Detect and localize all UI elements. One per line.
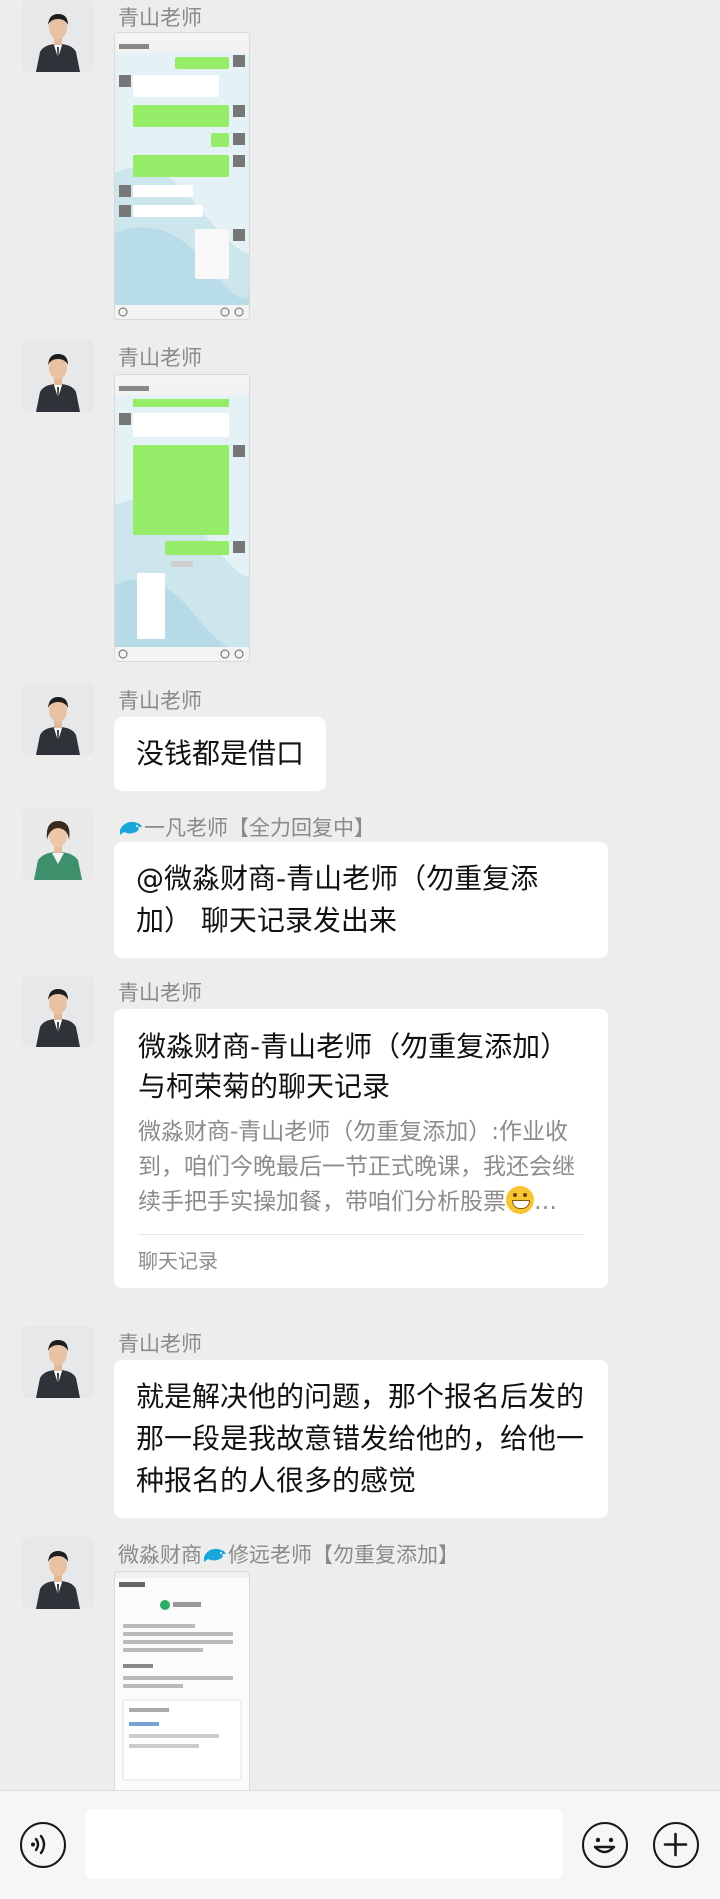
chat-record-preview: 微淼财商-青山老师（勿重复添加）:作业收到，咱们今晚最后一节正式晚课，我还会继续…: [138, 1115, 584, 1220]
dolphin-icon: [118, 818, 144, 838]
avatar[interactable]: [22, 1326, 94, 1398]
avatar[interactable]: [22, 808, 94, 880]
avatar[interactable]: [22, 975, 94, 1047]
image-message[interactable]: [114, 374, 250, 662]
sender-name: 一凡老师【全力回复中】: [118, 812, 375, 842]
image-message[interactable]: [114, 32, 250, 320]
avatar[interactable]: [22, 683, 94, 755]
image-message[interactable]: [114, 1571, 250, 1792]
sender-name: 青山老师: [118, 981, 202, 1005]
voice-icon[interactable]: [20, 1822, 66, 1868]
avatar[interactable]: [22, 340, 94, 412]
emoji-icon[interactable]: [582, 1822, 628, 1868]
sender-name: 微淼财商 修远老师【勿重复添加】: [118, 1539, 459, 1569]
sender-label: 一凡老师【全力回复中】: [144, 816, 375, 840]
plus-icon[interactable]: [653, 1822, 699, 1868]
chat-record-card[interactable]: 微淼财商-青山老师（勿重复添加）与柯荣菊的聊天记录 微淼财商-青山老师（勿重复添…: [114, 1009, 608, 1288]
sender-name: 青山老师: [118, 6, 202, 30]
chat-record-title: 微淼财商-青山老师（勿重复添加）与柯荣菊的聊天记录: [138, 1030, 569, 1103]
avatar[interactable]: [22, 0, 94, 72]
sender-prefix: 微淼财商: [118, 1543, 202, 1567]
avatar[interactable]: [22, 1537, 94, 1609]
ellipsis: …: [534, 1189, 557, 1215]
grin-emoji-icon: [506, 1186, 534, 1214]
input-bar: [0, 1790, 720, 1899]
dolphin-icon: [202, 1545, 228, 1565]
sender-suffix: 修远老师【勿重复添加】: [228, 1543, 459, 1567]
text-message[interactable]: @微淼财商-青山老师（勿重复添加） 聊天记录发出来: [114, 842, 608, 958]
sender-name: 青山老师: [118, 689, 202, 713]
chat-record-footer: 聊天记录: [138, 1249, 218, 1273]
sender-name: 青山老师: [118, 1332, 202, 1356]
message-input[interactable]: [86, 1809, 562, 1879]
text-message[interactable]: 就是解决他的问题，那个报名后发的那一段是我故意错发给他的，给他一种报名的人很多的…: [114, 1360, 608, 1518]
sender-name: 青山老师: [118, 346, 202, 370]
text-message[interactable]: 没钱都是借口: [114, 717, 327, 791]
